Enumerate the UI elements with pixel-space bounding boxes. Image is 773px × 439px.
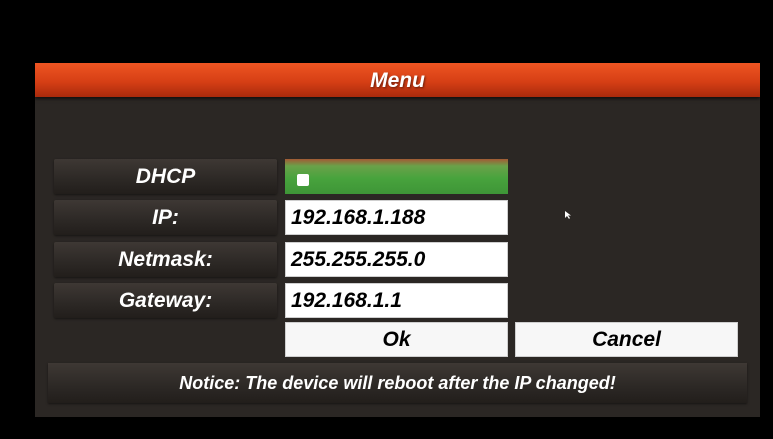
cancel-button[interactable]: Cancel: [515, 322, 738, 357]
netmask-label: Netmask:: [54, 242, 277, 277]
network-settings-dialog: Menu DHCP IP: 192.168.1.188 Netmask: 255…: [35, 63, 760, 417]
dhcp-toggle[interactable]: [285, 159, 508, 194]
ip-label: IP:: [54, 200, 277, 235]
title-bar: Menu: [35, 63, 760, 97]
dhcp-toggle-knob: [297, 174, 309, 186]
dialog-title: Menu: [370, 69, 425, 92]
ip-field[interactable]: 192.168.1.188: [285, 200, 508, 235]
mouse-pointer-icon: [565, 211, 571, 219]
gateway-field[interactable]: 192.168.1.1: [285, 283, 508, 318]
reboot-notice: Notice: The device will reboot after the…: [48, 363, 747, 403]
netmask-field[interactable]: 255.255.255.0: [285, 242, 508, 277]
ok-button[interactable]: Ok: [285, 322, 508, 357]
gateway-label: Gateway:: [54, 283, 277, 318]
dhcp-label: DHCP: [54, 159, 277, 194]
